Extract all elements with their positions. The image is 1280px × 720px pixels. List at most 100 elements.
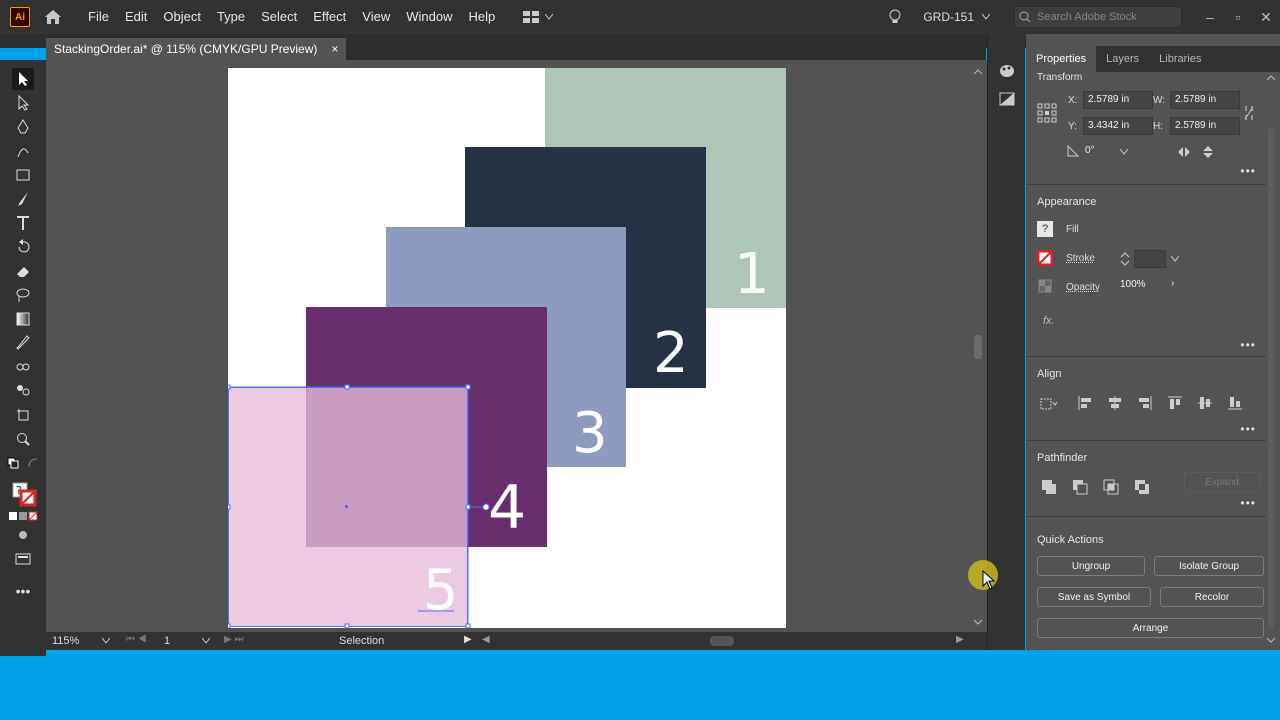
image-trace-icon[interactable]	[998, 90, 1016, 108]
document-tab[interactable]: StackingOrder.ai* @ 115% (CMYK/GPU Previ…	[46, 38, 347, 60]
flip-vertical-icon[interactable]	[1200, 144, 1216, 160]
scroll-left-icon[interactable]: ◀	[482, 634, 490, 645]
zoom-level[interactable]: 115%	[52, 635, 79, 647]
minimize-button[interactable]: –	[1196, 0, 1224, 34]
menu-edit[interactable]: Edit	[117, 0, 155, 34]
stroke-weight-stepper-icon[interactable]	[1118, 250, 1132, 268]
align-to-selection-icon[interactable]	[1040, 394, 1058, 412]
default-colors-icon[interactable]	[6, 456, 20, 470]
edit-toolbar-icon[interactable]: •••	[12, 580, 34, 602]
fill-stroke-swatch-icon[interactable]: ?	[10, 480, 40, 508]
align-more-options-icon[interactable]: •••	[1240, 422, 1256, 436]
rotate-tool-icon[interactable]	[12, 236, 34, 258]
rectangle-tool-icon[interactable]	[12, 164, 34, 186]
pen-tool-icon[interactable]	[12, 116, 34, 138]
align-left-icon[interactable]	[1076, 394, 1094, 412]
status-menu-arrow-icon[interactable]: ▶	[464, 634, 472, 645]
curvature-tool-icon[interactable]	[12, 140, 34, 162]
gradient-tool-icon[interactable]	[12, 308, 34, 330]
ungroup-button[interactable]: Ungroup	[1037, 556, 1145, 576]
x-field[interactable]: 2.5789 in	[1083, 91, 1153, 109]
menu-effect[interactable]: Effect	[305, 0, 354, 34]
unite-icon[interactable]	[1040, 478, 1058, 496]
appearance-more-options-icon[interactable]: •••	[1240, 338, 1256, 352]
close-window-button[interactable]: ✕	[1252, 0, 1280, 34]
minus-front-icon[interactable]	[1071, 478, 1089, 496]
chevron-down-icon[interactable]	[202, 638, 210, 644]
eyedropper-tool-icon[interactable]	[12, 332, 34, 354]
paintbrush-tool-icon[interactable]	[12, 188, 34, 210]
first-artboard-icon[interactable]: ⏮ ◀	[126, 634, 147, 645]
menu-window[interactable]: Window	[398, 0, 460, 34]
maximize-button[interactable]: ▫	[1224, 0, 1252, 34]
close-tab-icon[interactable]: ×	[331, 42, 338, 56]
screen-mode-icon[interactable]	[12, 548, 34, 570]
stroke-label[interactable]: Stroke	[1066, 253, 1095, 264]
lightbulb-icon[interactable]	[885, 7, 905, 27]
recolor-button[interactable]: Recolor	[1160, 587, 1264, 607]
stroke-weight-field[interactable]	[1134, 250, 1166, 268]
align-top-icon[interactable]	[1166, 394, 1184, 412]
artboard[interactable]: 1 2 3 4 5	[228, 68, 786, 628]
intersect-icon[interactable]	[1102, 478, 1120, 496]
artboard-tool-icon[interactable]	[12, 404, 34, 426]
scroll-right-icon[interactable]: ▶	[956, 634, 964, 645]
y-field[interactable]: 3.4342 in	[1083, 117, 1153, 135]
arrange-button[interactable]: Arrange	[1037, 618, 1264, 638]
type-tool-icon[interactable]	[12, 212, 34, 234]
pathfinder-more-options-icon[interactable]: •••	[1240, 496, 1256, 510]
align-horizontal-center-icon[interactable]	[1106, 394, 1124, 412]
width-field[interactable]: 2.5789 in	[1170, 91, 1240, 109]
fx-icon[interactable]: fx.	[1043, 315, 1055, 327]
opacity-field[interactable]: 100%	[1116, 277, 1166, 295]
menu-help[interactable]: Help	[460, 0, 503, 34]
direct-selection-tool-icon[interactable]	[12, 92, 34, 114]
search-stock-input[interactable]: Search Adobe Stock	[1014, 6, 1182, 28]
menu-select[interactable]: Select	[253, 0, 305, 34]
lasso-tool-icon[interactable]	[12, 284, 34, 306]
arrange-documents-button[interactable]	[523, 11, 554, 23]
color-palette-icon[interactable]	[998, 62, 1016, 80]
menu-object[interactable]: Object	[155, 0, 209, 34]
align-vertical-center-icon[interactable]	[1196, 394, 1214, 412]
opacity-label[interactable]: Opacity	[1066, 282, 1100, 293]
horizontal-scroll-thumb[interactable]	[710, 636, 734, 646]
menu-view[interactable]: View	[354, 0, 398, 34]
color-modes-icon[interactable]	[8, 510, 38, 522]
selection-bounding-box[interactable]	[228, 68, 786, 628]
chevron-down-icon[interactable]	[102, 638, 110, 644]
menu-type[interactable]: Type	[209, 0, 253, 34]
expand-button[interactable]: Expand	[1184, 472, 1260, 492]
reference-point-icon[interactable]	[1036, 102, 1058, 124]
canvas-vertical-scrollbar[interactable]	[969, 60, 987, 632]
symbol-sprayer-tool-icon[interactable]	[12, 380, 34, 402]
isolate-group-button[interactable]: Isolate Group	[1154, 556, 1264, 576]
exclude-icon[interactable]	[1133, 478, 1151, 496]
fill-swatch-icon[interactable]: ?	[1037, 221, 1053, 237]
draw-mode-icon[interactable]	[12, 524, 34, 546]
tab-properties[interactable]: Properties	[1026, 46, 1097, 72]
opacity-arrow-icon[interactable]: ›	[1171, 278, 1174, 289]
chevron-down-icon[interactable]	[1171, 256, 1179, 262]
tab-layers[interactable]: Layers	[1096, 46, 1149, 72]
zoom-tool-icon[interactable]	[12, 428, 34, 450]
transform-more-options-icon[interactable]: •••	[1240, 164, 1256, 178]
stroke-swatch-icon[interactable]	[1037, 250, 1053, 266]
chevron-down-icon[interactable]	[1120, 149, 1128, 155]
menu-file[interactable]: File	[80, 0, 117, 34]
blend-tool-icon[interactable]	[12, 356, 34, 378]
artboard-number[interactable]: 1	[164, 635, 170, 647]
align-bottom-icon[interactable]	[1226, 394, 1244, 412]
save-as-symbol-button[interactable]: Save as Symbol	[1037, 587, 1151, 607]
constrain-proportions-icon[interactable]	[1240, 104, 1258, 122]
workspace-switcher[interactable]: GRD-151	[923, 10, 990, 24]
flip-horizontal-icon[interactable]	[1176, 144, 1192, 160]
selection-tool-icon[interactable]	[12, 68, 34, 90]
canvas-area[interactable]: 1 2 3 4 5	[46, 60, 969, 632]
eraser-tool-icon[interactable]	[12, 260, 34, 282]
align-right-icon[interactable]	[1136, 394, 1154, 412]
swap-colors-icon[interactable]	[26, 456, 40, 470]
panel-scrollbar[interactable]	[1266, 72, 1276, 644]
tab-libraries[interactable]: Libraries	[1149, 46, 1211, 72]
home-icon[interactable]	[42, 7, 64, 27]
